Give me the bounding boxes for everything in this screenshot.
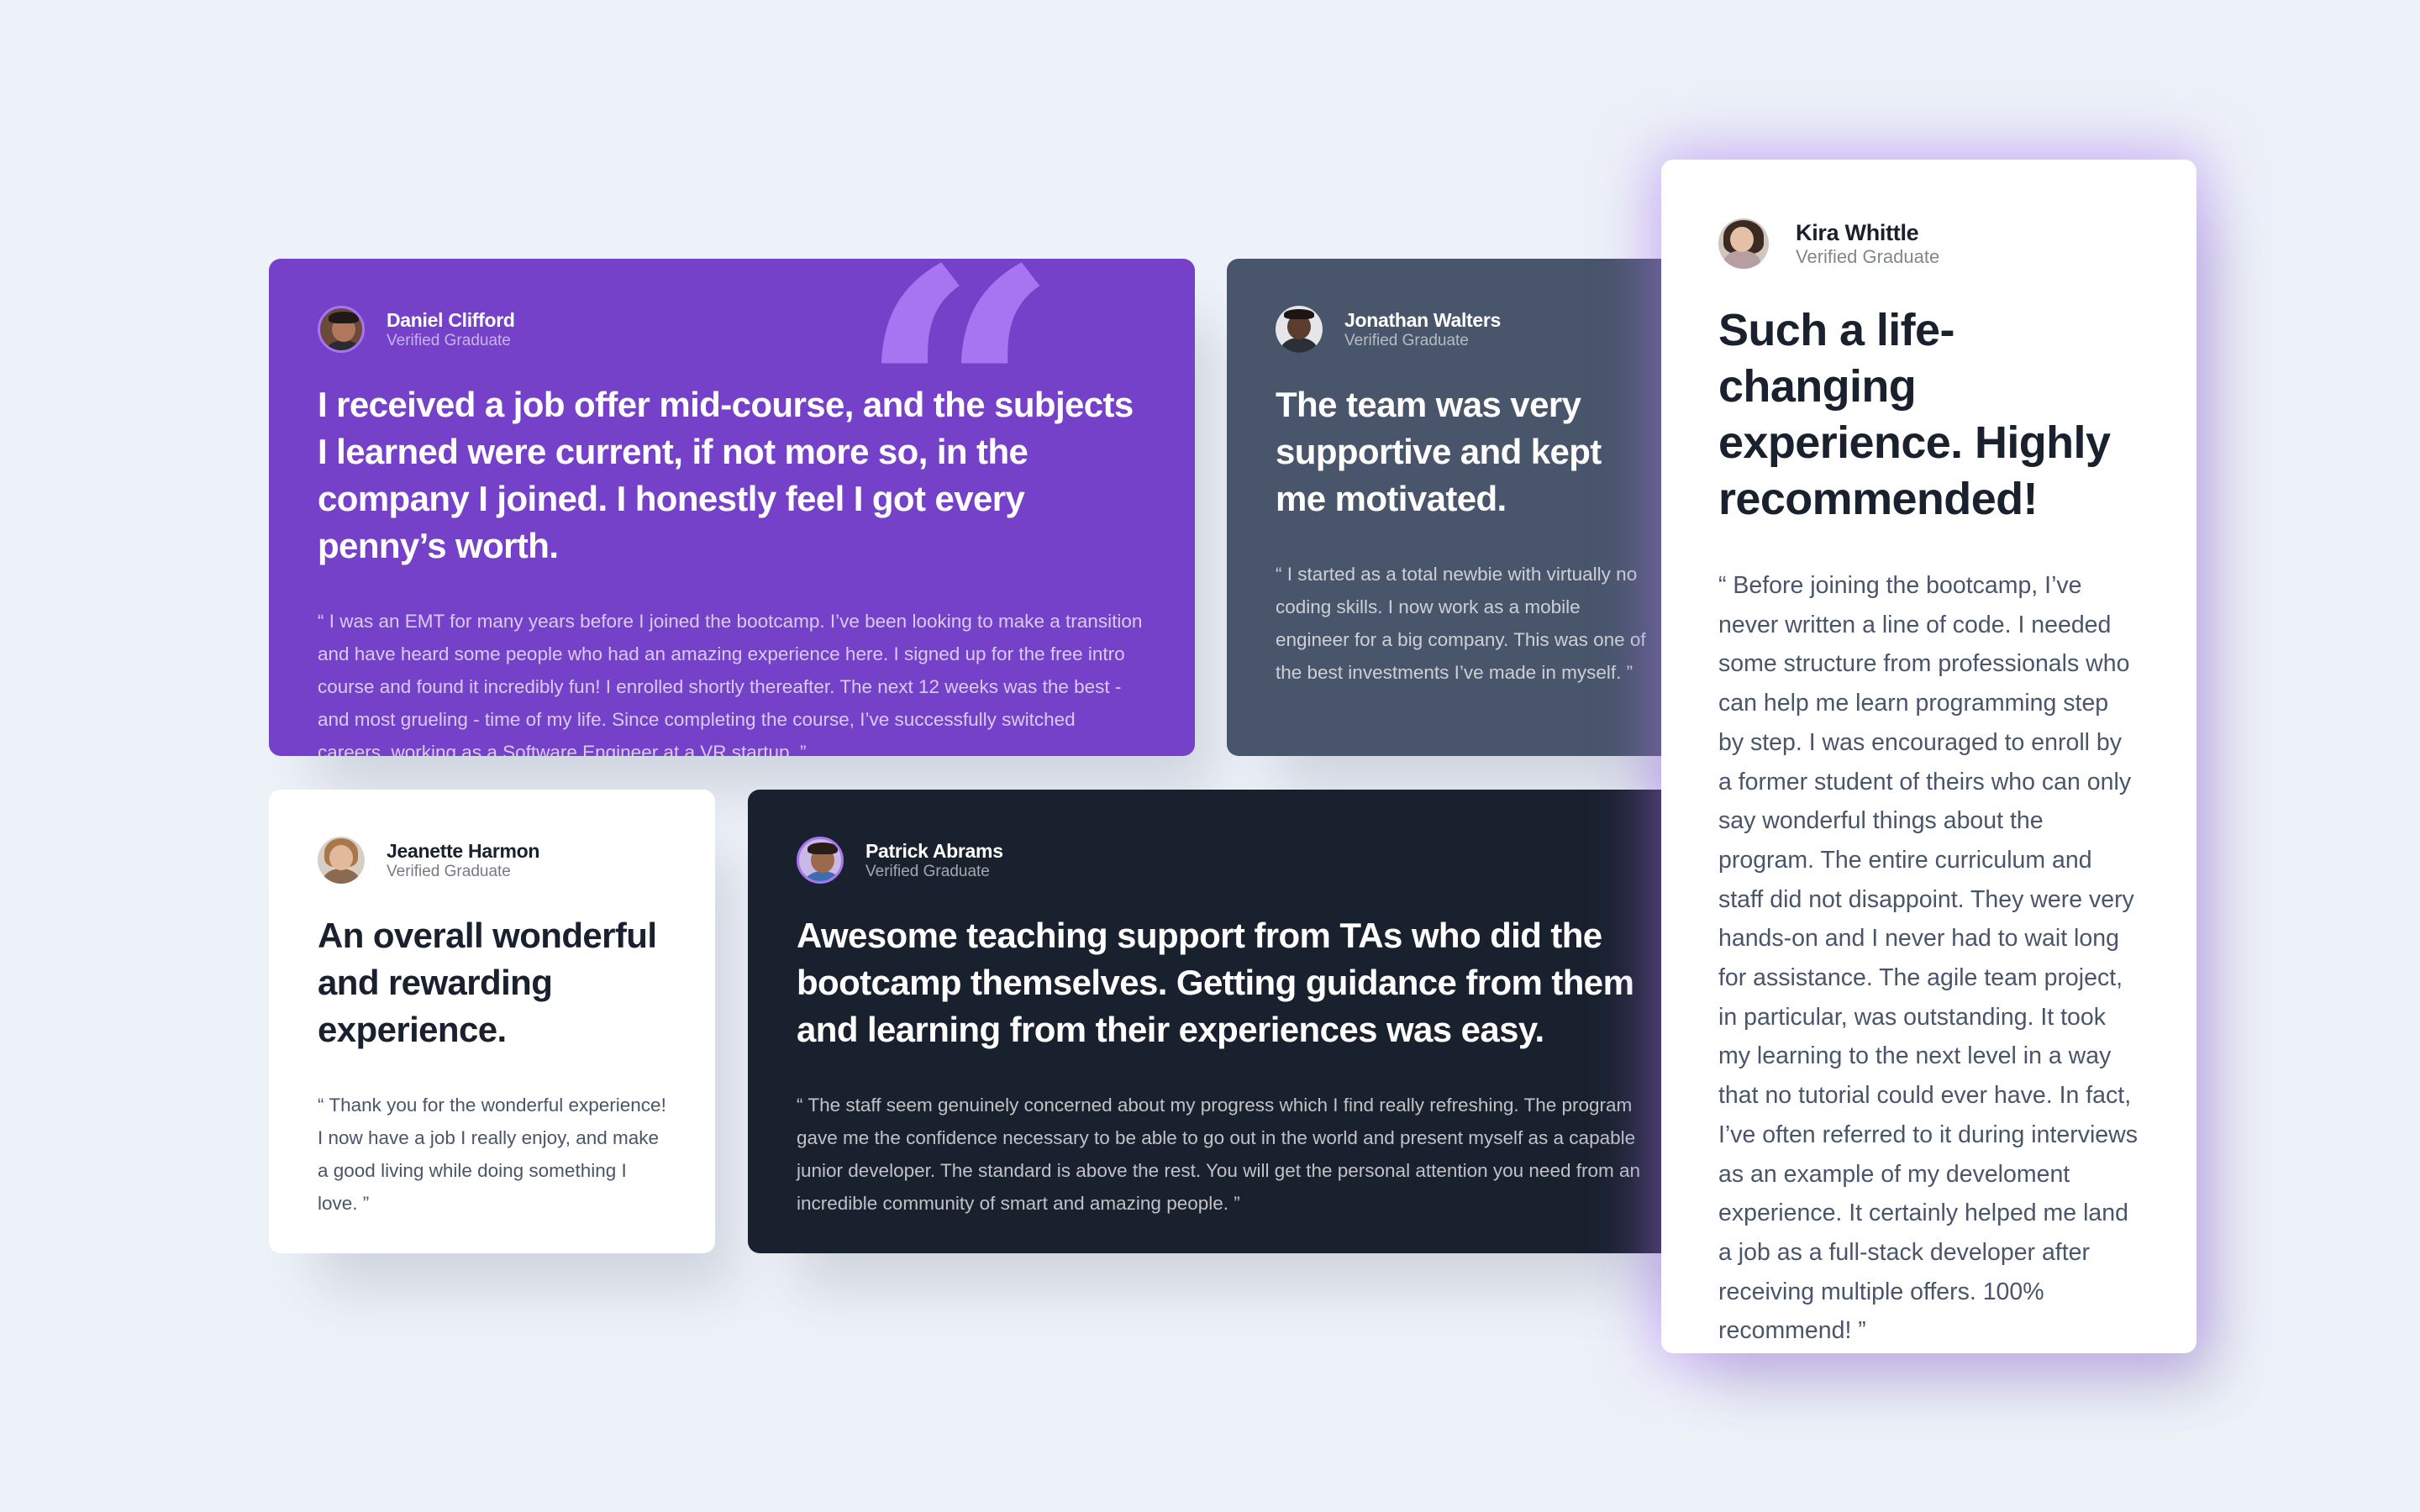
testimonial-author: Kira Whittle Verified Graduate xyxy=(1718,218,2139,269)
testimonial-card-kira-whittle: Kira Whittle Verified Graduate Such a li… xyxy=(1661,160,2196,1353)
user-avatar-icon xyxy=(318,306,365,353)
testimonial-author: Patrick Abrams Verified Graduate xyxy=(797,837,1649,884)
author-status: Verified Graduate xyxy=(865,863,990,880)
author-status: Verified Graduate xyxy=(387,332,511,349)
testimonial-quote: “ I was an EMT for many years before I j… xyxy=(318,611,1143,756)
testimonial-card-jonathan-walters: Jonathan Walters Verified Graduate The t… xyxy=(1227,259,1697,756)
testimonial-author: Daniel Clifford Verified Graduate xyxy=(318,306,1146,353)
user-avatar-icon xyxy=(1718,218,1769,269)
author-name: Jonathan Walters xyxy=(1344,309,1502,331)
user-avatar-icon xyxy=(1276,306,1323,353)
testimonial-author: Jonathan Walters Verified Graduate xyxy=(1276,306,1649,353)
testimonial-card-jeanette-harmon: Jeanette Harmon Verified Graduate An ove… xyxy=(269,790,715,1253)
testimonial-headline: The team was very supportive and kept me… xyxy=(1276,385,1602,518)
author-name: Daniel Clifford xyxy=(387,309,515,331)
author-name: Patrick Abrams xyxy=(865,840,1003,862)
author-status: Verified Graduate xyxy=(1796,246,1940,267)
testimonial-card-daniel-clifford: “ Daniel Clifford Verified Graduate I re… xyxy=(269,259,1195,756)
testimonial-quote: “ I started as a total newbie with virtu… xyxy=(1276,564,1646,683)
testimonial-quote: “ Thank you for the wonderful experience… xyxy=(318,1095,666,1214)
author-name: Jeanette Harmon xyxy=(387,840,540,862)
author-status: Verified Graduate xyxy=(387,863,511,880)
testimonial-headline: Such a life-changing experience. Highly … xyxy=(1718,305,2111,524)
user-avatar-icon xyxy=(318,837,365,884)
testimonial-card-patrick-abrams: Patrick Abrams Verified Graduate Awesome… xyxy=(748,790,1697,1253)
testimonial-quote: “ Before joining the bootcamp, I’ve neve… xyxy=(1718,572,2138,1345)
testimonial-headline: Awesome teaching support from TAs who di… xyxy=(797,916,1634,1049)
user-avatar-icon xyxy=(797,837,844,884)
testimonial-headline: An overall wonderful and rewarding exper… xyxy=(318,916,657,1049)
author-status: Verified Graduate xyxy=(1344,332,1469,349)
testimonial-headline: I received a job offer mid-course, and t… xyxy=(318,385,1134,565)
testimonial-quote: “ The staff seem genuinely concerned abo… xyxy=(797,1095,1640,1214)
author-name: Kira Whittle xyxy=(1796,220,1919,245)
testimonial-author: Jeanette Harmon Verified Graduate xyxy=(318,837,666,884)
